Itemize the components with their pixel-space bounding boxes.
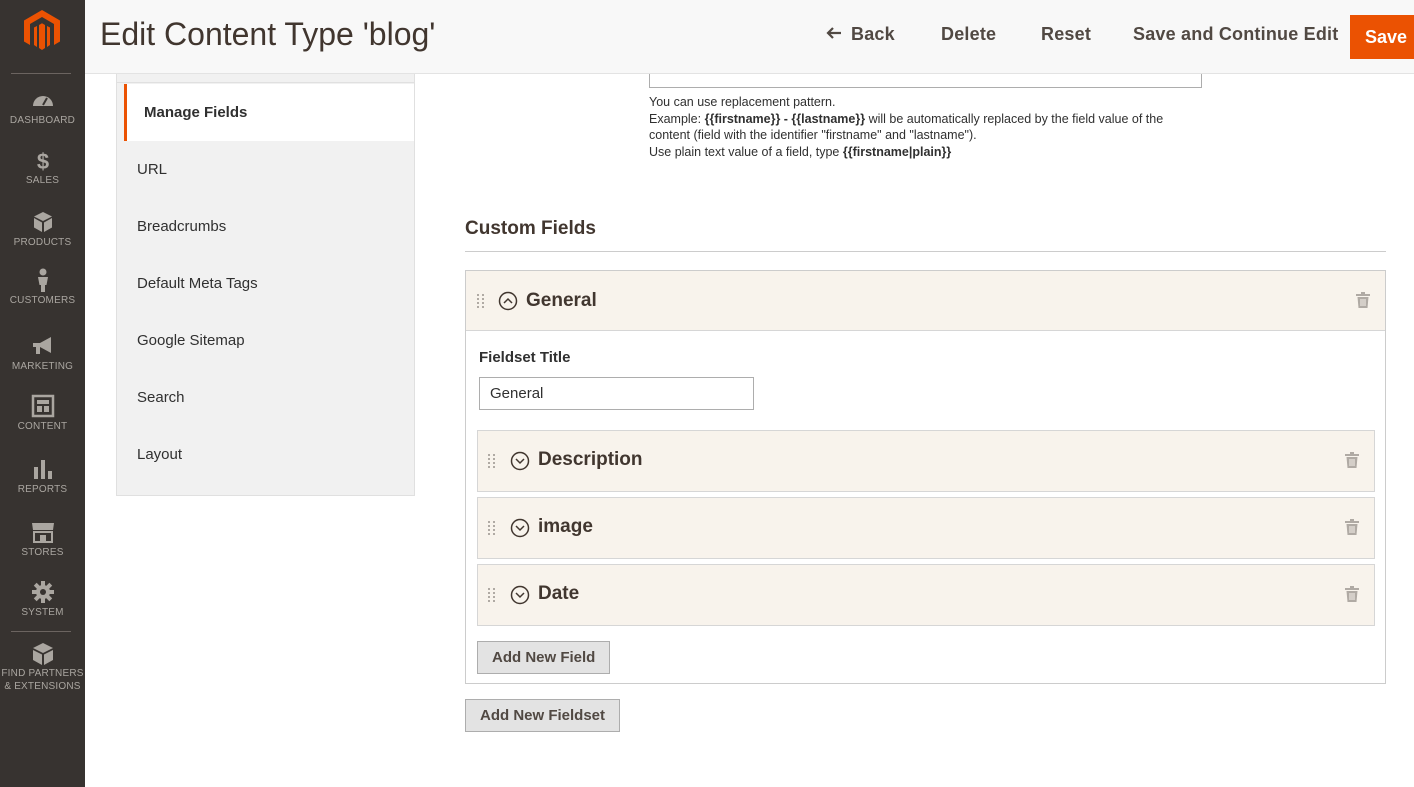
tab-strip <box>117 74 414 83</box>
custom-fields-title: Custom Fields <box>465 218 596 239</box>
page-header: Edit Content Type 'blog' Back Delete Res… <box>85 0 1414 74</box>
sidebar-divider <box>11 73 71 74</box>
tab-search[interactable]: Search <box>117 369 414 426</box>
fieldset-name: General <box>526 290 597 311</box>
nav-label: PRODUCTS <box>13 237 72 248</box>
fieldset-title-label: Fieldset Title <box>479 349 571 366</box>
fieldset-header[interactable]: General <box>466 271 1385 331</box>
add-new-field-button[interactable]: Add New Field <box>477 641 611 674</box>
field-row-image[interactable]: image <box>477 497 1375 559</box>
nav-label: CUSTOMERS <box>9 295 76 306</box>
field-name: Date <box>538 583 580 604</box>
field-row-description[interactable]: Description <box>477 430 1375 492</box>
nav-dashboard[interactable]: DASHBOARD <box>0 88 85 146</box>
delete-button[interactable]: Delete <box>941 24 996 45</box>
save-and-continue-button[interactable]: Save and Continue Edit <box>1133 24 1338 45</box>
cube-icon <box>32 643 53 665</box>
bar-chart-icon <box>33 460 52 479</box>
nav-label: MARKETING <box>11 361 74 372</box>
tabs-panel: Manage Fields URL Breadcrumbs Default Me… <box>116 74 415 496</box>
tab-manage-fields[interactable]: Manage Fields <box>124 84 414 141</box>
note-line: Example: {{firstname}} - {{lastname}} wi… <box>649 111 1189 144</box>
chevron-down-icon[interactable] <box>510 451 530 471</box>
note-line: Use plain text value of a field, type {{… <box>649 144 1189 161</box>
drag-handle-icon[interactable] <box>487 453 497 469</box>
note-code: {{firstname|plain}} <box>842 144 952 159</box>
storefront-icon <box>31 523 54 543</box>
nav-system[interactable]: SYSTEM <box>0 580 85 638</box>
field-name: image <box>538 516 593 537</box>
page-title: Edit Content Type 'blog' <box>100 16 436 52</box>
fieldset-title-input[interactable] <box>479 377 754 410</box>
tab-google-sitemap[interactable]: Google Sitemap <box>117 312 414 369</box>
fieldset-general: General Fieldset Title Description image… <box>465 270 1386 684</box>
tab-breadcrumbs[interactable]: Breadcrumbs <box>117 198 414 255</box>
chevron-down-icon[interactable] <box>510 585 530 605</box>
nav-label: REPORTS <box>17 484 68 495</box>
add-new-fieldset-button[interactable]: Add New Fieldset <box>465 699 621 732</box>
nav-reports[interactable]: REPORTS <box>0 457 85 515</box>
nav-marketing[interactable]: MARKETING <box>0 334 85 392</box>
nav-sales[interactable]: $ SALES <box>0 148 85 206</box>
megaphone-icon <box>32 337 51 354</box>
chevron-down-icon[interactable] <box>510 518 530 538</box>
trash-icon[interactable] <box>1356 292 1370 308</box>
default-title-note: You can use replacement pattern. Example… <box>649 94 1189 160</box>
nav-stores[interactable]: STORES <box>0 520 85 578</box>
nav-customers[interactable]: CUSTOMERS <box>0 268 85 326</box>
save-button[interactable]: Save <box>1350 15 1414 59</box>
nav-label: CONTENT <box>17 421 68 432</box>
chevron-up-icon[interactable] <box>498 291 518 311</box>
sidebar-divider <box>11 631 71 632</box>
note-text: Example: <box>649 111 705 126</box>
gear-icon <box>31 581 54 603</box>
back-label: Back <box>851 24 895 44</box>
nav-label: SYSTEM <box>21 607 64 618</box>
nav-label: DASHBOARD <box>9 115 76 126</box>
nav-find-partners[interactable]: FIND PARTNERS & EXTENSIONS <box>0 642 85 698</box>
drag-handle-icon[interactable] <box>476 293 486 309</box>
admin-sidebar: DASHBOARD $ SALES PRODUCTS CUSTOMERS MAR… <box>0 0 85 787</box>
note-line: You can use replacement pattern. <box>649 95 836 109</box>
field-name: Description <box>538 449 643 470</box>
svg-text:$: $ <box>36 149 48 172</box>
trash-icon[interactable] <box>1345 452 1359 468</box>
nav-label: & EXTENSIONS <box>4 681 81 692</box>
trash-icon[interactable] <box>1345 586 1359 602</box>
tab-default-meta-tags[interactable]: Default Meta Tags <box>117 255 414 312</box>
tab-url[interactable]: URL <box>117 141 414 198</box>
drag-handle-icon[interactable] <box>487 520 497 536</box>
field-row-date[interactable]: Date <box>477 564 1375 626</box>
section-divider <box>465 251 1386 252</box>
magento-logo[interactable] <box>22 10 62 52</box>
nav-label: SALES <box>25 175 60 186</box>
note-text: Use plain text value of a field, type <box>649 144 843 159</box>
dollar-icon: $ <box>36 149 48 172</box>
dashboard-icon <box>32 96 53 106</box>
tab-layout[interactable]: Layout <box>117 426 414 483</box>
layout-icon <box>31 394 54 418</box>
note-code: {{firstname}} - {{lastname}} <box>704 111 866 126</box>
nav-label: STORES <box>21 547 64 558</box>
trash-icon[interactable] <box>1345 519 1359 535</box>
nav-label: FIND PARTNERS <box>1 668 84 679</box>
nav-content[interactable]: CONTENT <box>0 394 85 452</box>
person-icon <box>37 268 48 292</box>
back-button[interactable]: Back <box>825 24 895 45</box>
drag-handle-icon[interactable] <box>487 587 497 603</box>
nav-products[interactable]: PRODUCTS <box>0 210 85 268</box>
reset-button[interactable]: Reset <box>1041 24 1091 45</box>
arrow-left-icon <box>826 27 841 39</box>
box-icon <box>33 212 52 232</box>
